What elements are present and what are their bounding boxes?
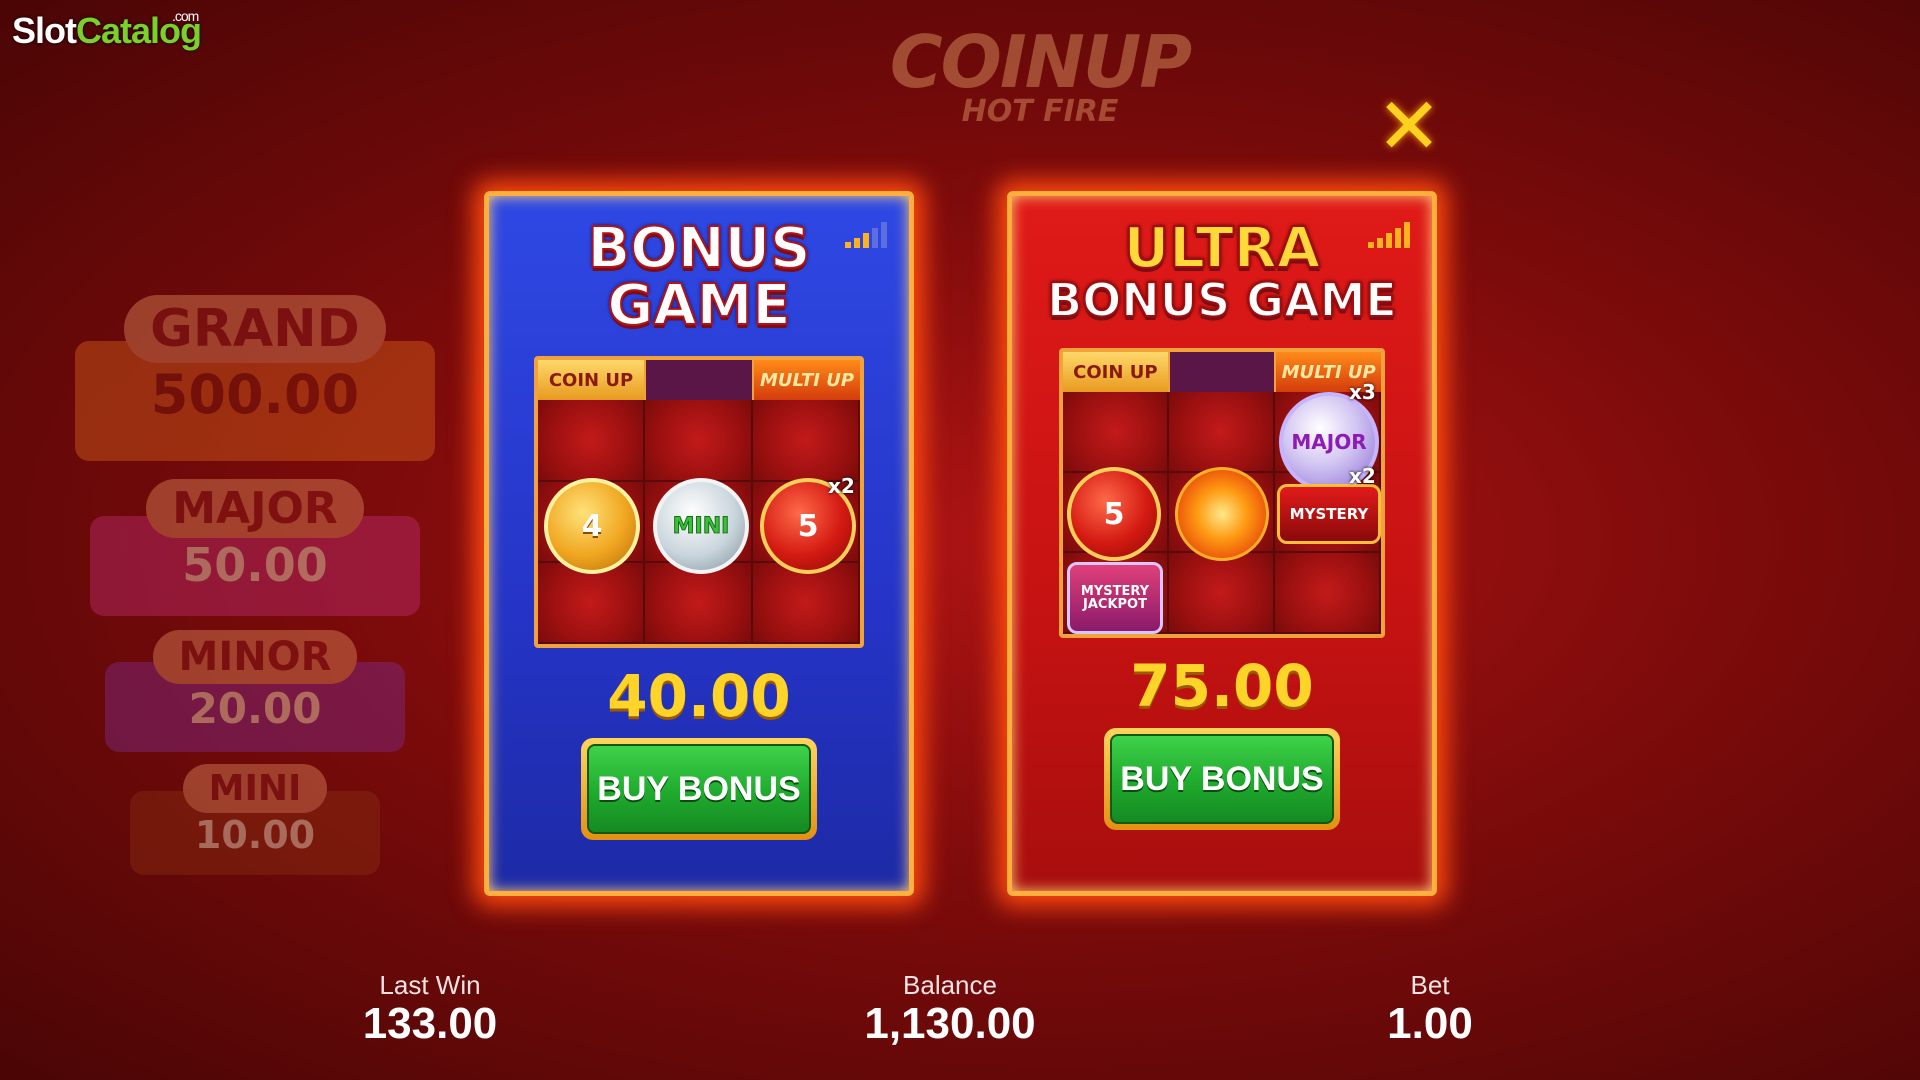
buy-bonus-label: BUY BONUS (587, 744, 811, 835)
bet-label: Bet (1410, 970, 1450, 1000)
watermark-part1: Slot (12, 10, 77, 51)
balance-value: 1,130.00 (864, 999, 1036, 1048)
bonus-game-title-line2: GAME (606, 273, 791, 339)
jackpot-mini: MINI 10.00 (130, 764, 380, 875)
bet-value: 1.00 (1387, 999, 1473, 1048)
fire-coin-icon (1175, 467, 1269, 562)
jackpot-table: GRAND 500.00 MAJOR 50.00 MINOR 20.00 MIN… (70, 295, 440, 875)
buy-bonus-button[interactable]: BUY BONUS (581, 738, 817, 841)
jackpot-major: MAJOR 50.00 (90, 479, 420, 616)
balance-label: Balance (903, 970, 997, 1000)
volatility-icon (1368, 220, 1410, 248)
mystery-multiplier-label: x2 (1349, 464, 1376, 489)
balance-display: Balance 1,130.00 (840, 970, 1060, 1049)
game-logo-title: COINUP (889, 20, 1192, 104)
buy-ultra-bonus-button[interactable]: BUY BONUS (1104, 728, 1340, 831)
bonus-game-preview-grid: COIN UP MULTI UP 4 MINI 5 x2 (534, 356, 864, 649)
close-button[interactable]: ✕ (1374, 88, 1444, 166)
ultra-bonus-game-title-line2: BONUS GAME (1046, 273, 1398, 328)
close-icon: ✕ (1376, 82, 1442, 172)
coin-up-label: COIN UP (538, 360, 646, 401)
multi-up-label: MULTI UP (754, 360, 860, 401)
mini-coin-icon: MINI (653, 478, 749, 575)
bonus-game-card: BONUS GAME COIN UP MULTI UP 4 MINI 5 x2 … (484, 191, 914, 896)
game-logo: COINUP HOT FIRE (880, 20, 1200, 129)
mystery-badge: MYSTERY (1277, 484, 1381, 545)
ultra-bonus-game-card: ULTRA BONUS GAME COIN UP MULTI UP MAJOR … (1007, 191, 1437, 896)
jackpot-grand-label: GRAND (124, 295, 386, 363)
last-win-value: 133.00 (362, 999, 498, 1048)
volatility-icon (845, 220, 887, 248)
jackpot-minor-label: MINOR (152, 630, 358, 684)
mystery-jackpot-badge: MYSTERY JACKPOT (1067, 562, 1163, 635)
jackpot-grand: GRAND 500.00 (75, 295, 435, 461)
gold-coin-icon: 4 (544, 478, 640, 575)
jackpot-major-label: MAJOR (146, 479, 364, 538)
ultra-bonus-preview-grid: COIN UP MULTI UP MAJOR x3 5 MYSTERY x2 M… (1059, 348, 1385, 639)
bet-display: Bet 1.00 (1380, 970, 1480, 1049)
last-win-display: Last Win 133.00 (330, 970, 530, 1049)
red-coin-icon: 5 (1067, 467, 1161, 562)
ultra-bonus-game-price: 75.00 (1130, 652, 1314, 721)
major-multiplier-label: x3 (1349, 380, 1376, 405)
multiplier-label: x2 (828, 474, 855, 499)
site-watermark: SlotCatalog .com (12, 8, 202, 52)
watermark-suffix: .com (172, 8, 199, 24)
last-win-label: Last Win (379, 970, 481, 1000)
buy-ultra-bonus-label: BUY BONUS (1110, 734, 1334, 825)
jackpot-mini-label: MINI (182, 764, 328, 813)
empty-header-cell (1169, 352, 1277, 393)
coin-up-label: COIN UP (1063, 352, 1170, 393)
bonus-game-price: 40.00 (607, 662, 791, 731)
empty-header-cell (646, 360, 754, 401)
jackpot-minor: MINOR 20.00 (105, 630, 405, 752)
